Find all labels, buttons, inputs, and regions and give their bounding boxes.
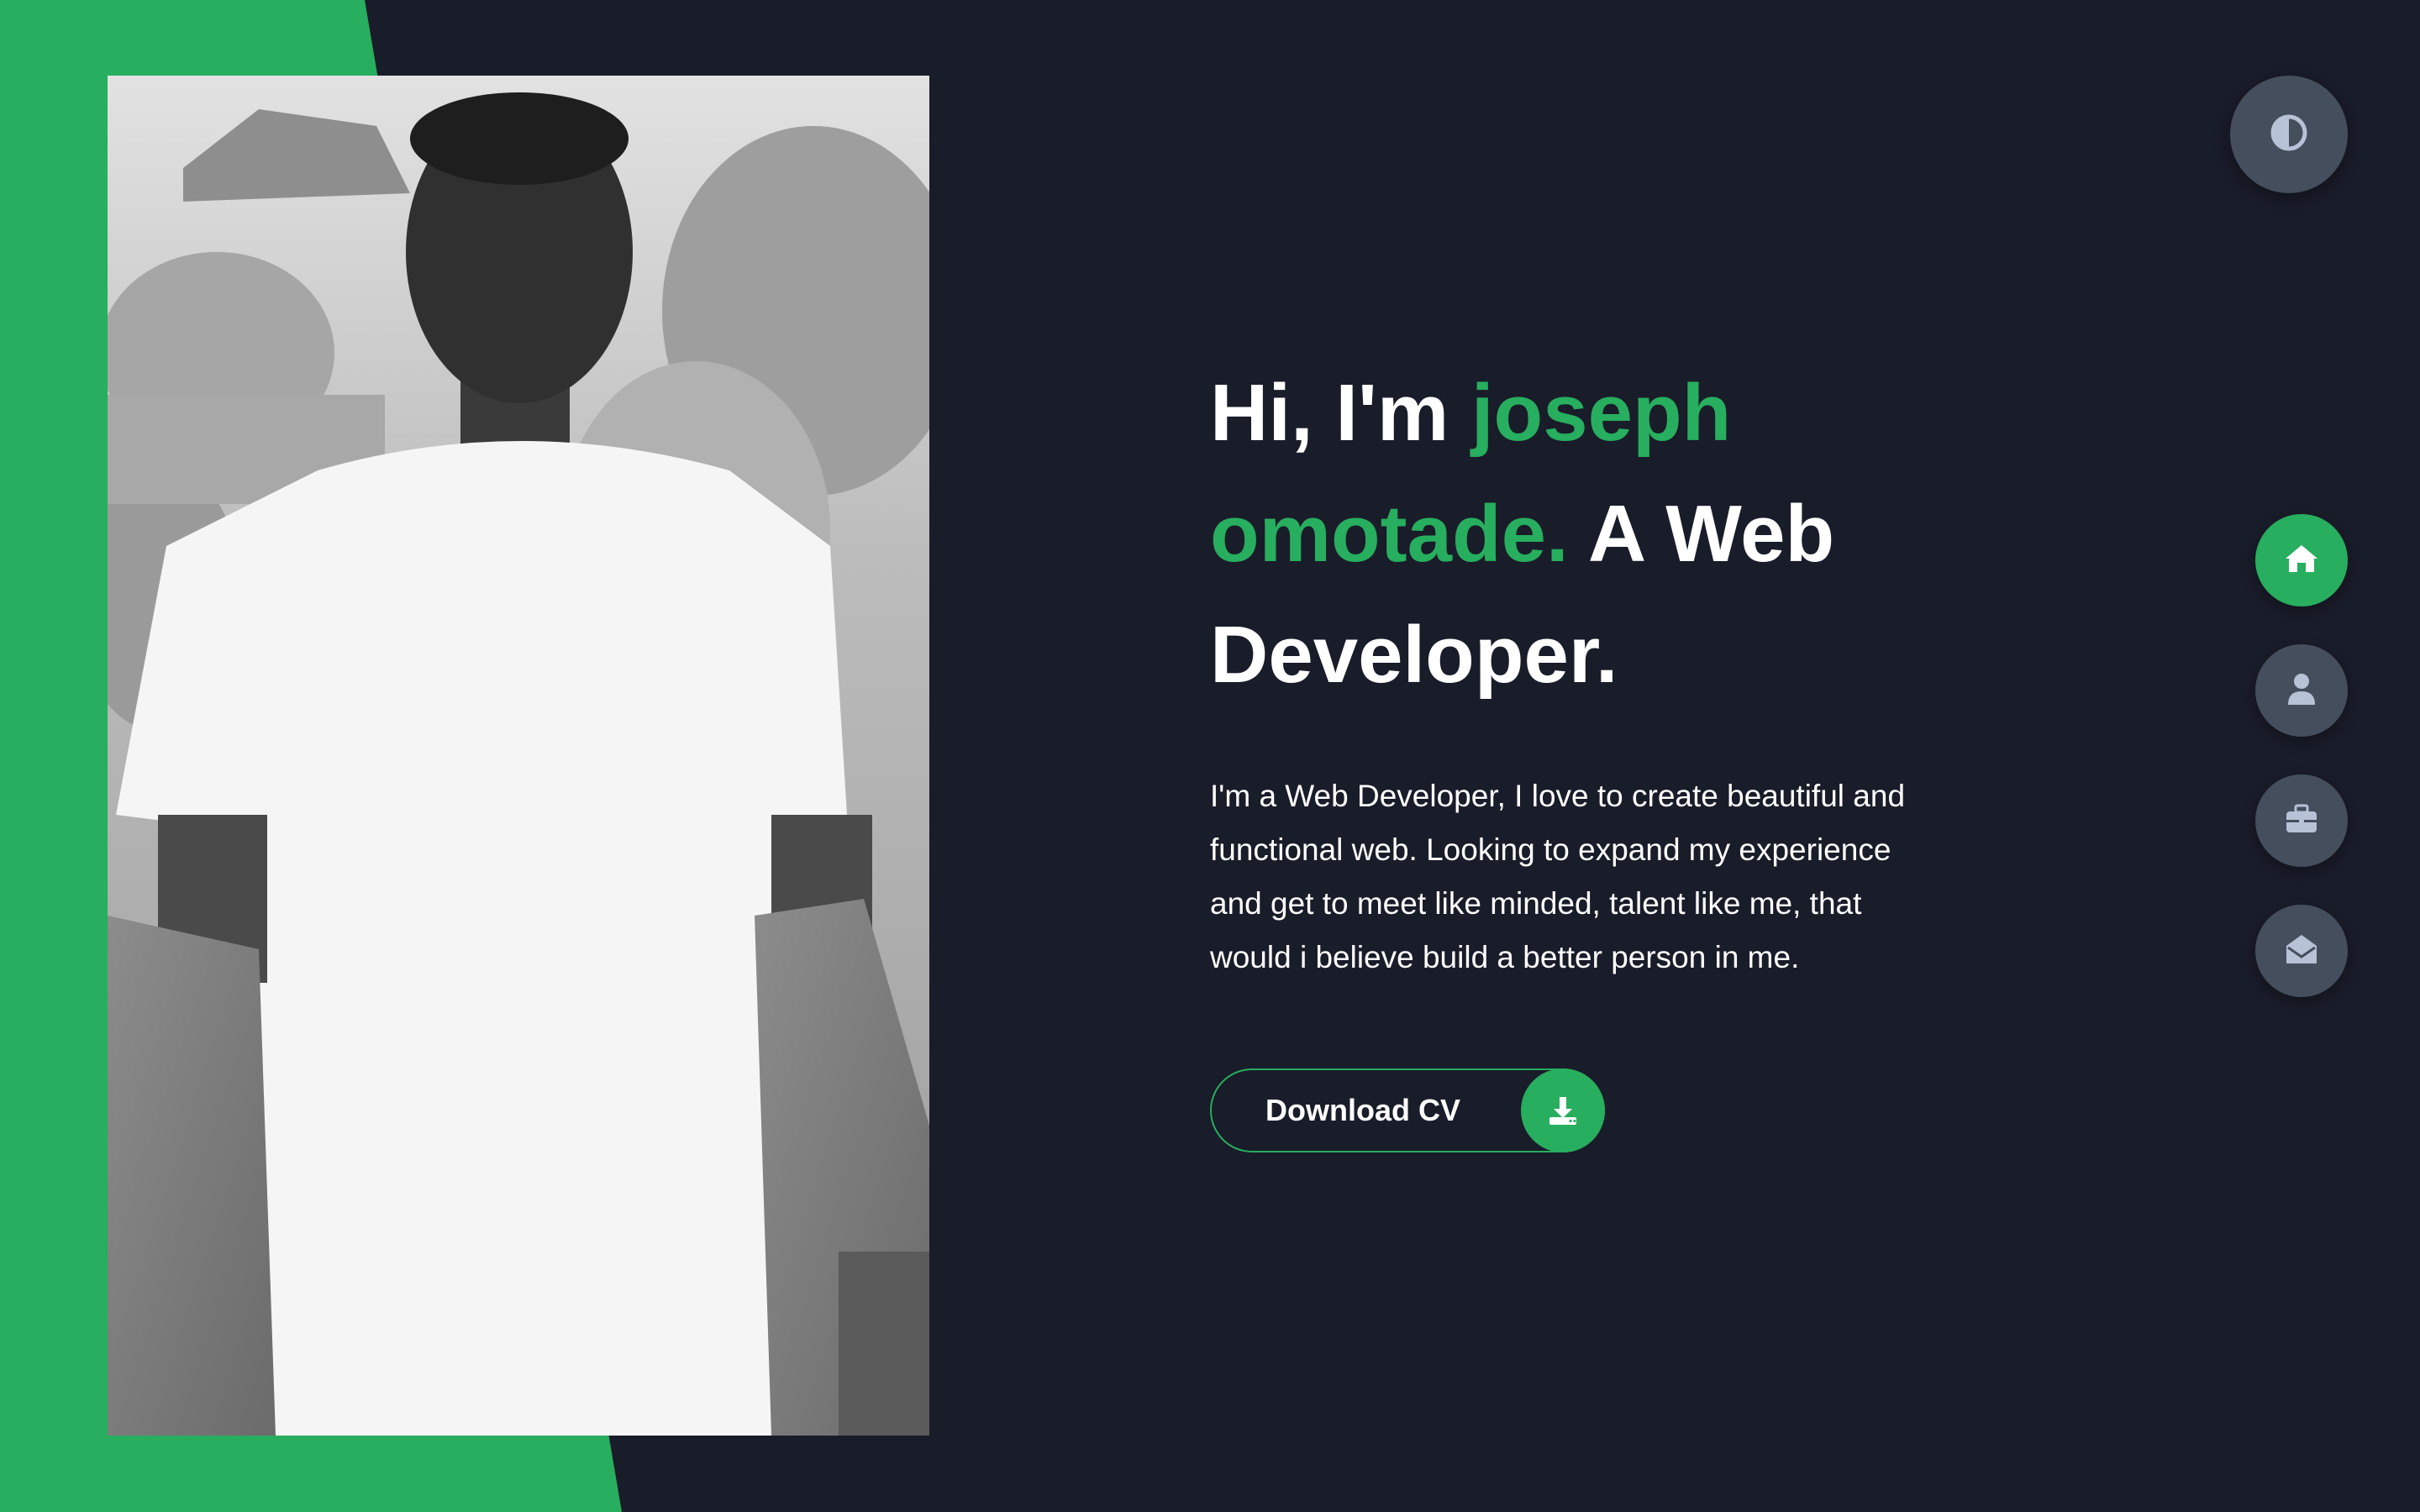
- hero-section: Hi, I'm joseph omotade. A Web Developer.…: [1210, 353, 1966, 1152]
- profile-photo: [108, 76, 929, 1436]
- user-icon: [2287, 672, 2316, 710]
- theme-toggle-button[interactable]: [2230, 76, 2348, 193]
- side-navigation: [2255, 514, 2348, 1035]
- briefcase-icon: [2285, 804, 2318, 838]
- nav-item-contact[interactable]: [2255, 905, 2348, 997]
- profile-photo-illustration: [108, 76, 929, 1436]
- home-icon: [2284, 543, 2319, 578]
- hero-headline: Hi, I'm joseph omotade. A Web Developer.: [1210, 353, 1966, 716]
- download-icon: [1521, 1068, 1605, 1152]
- nav-item-portfolio[interactable]: [2255, 774, 2348, 867]
- download-cv-label: Download CV: [1265, 1093, 1460, 1127]
- nav-item-home[interactable]: [2255, 514, 2348, 606]
- hero-intro-text: I'm a Web Developer, I love to create be…: [1210, 779, 1906, 974]
- envelope-open-icon: [2285, 933, 2318, 969]
- headline-greeting: Hi, I'm: [1210, 368, 1471, 458]
- download-cv-button[interactable]: Download CV: [1210, 1068, 1605, 1152]
- contrast-icon: [2270, 113, 2308, 156]
- nav-item-about[interactable]: [2255, 644, 2348, 737]
